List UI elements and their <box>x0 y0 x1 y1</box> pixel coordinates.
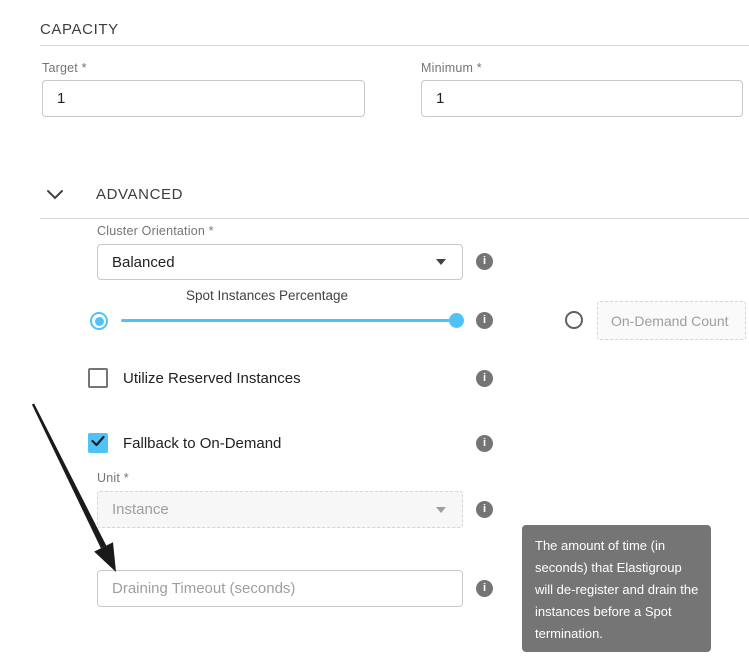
info-icon[interactable]: i <box>476 580 493 597</box>
checkmark-icon <box>90 433 106 454</box>
spot-percentage-slider[interactable] <box>121 319 450 322</box>
minimum-input[interactable] <box>421 80 743 117</box>
target-input[interactable] <box>42 80 365 117</box>
info-icon[interactable]: i <box>476 501 493 518</box>
info-icon[interactable]: i <box>476 253 493 270</box>
spot-instances-percentage-label: Spot Instances Percentage <box>97 288 437 303</box>
draining-timeout-tooltip: The amount of time (in seconds) that Ela… <box>522 525 711 652</box>
info-icon[interactable]: i <box>476 370 493 387</box>
advanced-section-title[interactable]: ADVANCED <box>96 186 183 203</box>
unit-select: Instance <box>97 491 463 528</box>
unit-label: Unit * <box>97 471 129 485</box>
spot-percentage-slider-thumb[interactable] <box>449 313 464 328</box>
tooltip-text: The amount of time (in seconds) that Ela… <box>535 538 698 641</box>
chevron-down-icon <box>436 259 446 265</box>
advanced-divider <box>40 218 749 219</box>
chevron-down-icon <box>436 507 446 513</box>
target-label: Target * <box>42 61 87 75</box>
info-icon[interactable]: i <box>476 312 493 329</box>
on-demand-count-radio[interactable] <box>565 311 583 329</box>
info-icon[interactable]: i <box>476 435 493 452</box>
capacity-divider <box>40 45 749 46</box>
capacity-settings-page: CAPACITY Target * Minimum * ADVANCED Clu… <box>0 0 749 671</box>
cluster-orientation-select[interactable]: Balanced <box>97 244 463 280</box>
minimum-label: Minimum * <box>421 61 482 75</box>
fallback-on-demand-label: Fallback to On-Demand <box>123 435 281 452</box>
cluster-orientation-label: Cluster Orientation * <box>97 224 214 238</box>
utilize-reserved-instances-checkbox[interactable] <box>88 368 108 388</box>
spot-percentage-radio[interactable] <box>90 312 108 330</box>
unit-value: Instance <box>112 501 169 518</box>
draining-timeout-input[interactable] <box>97 570 463 607</box>
fallback-on-demand-checkbox[interactable] <box>88 433 108 453</box>
chevron-down-icon[interactable] <box>46 188 64 206</box>
capacity-section-title: CAPACITY <box>40 21 119 38</box>
on-demand-count-input[interactable] <box>597 301 746 340</box>
cluster-orientation-value: Balanced <box>112 254 175 271</box>
utilize-reserved-instances-label: Utilize Reserved Instances <box>123 370 301 387</box>
